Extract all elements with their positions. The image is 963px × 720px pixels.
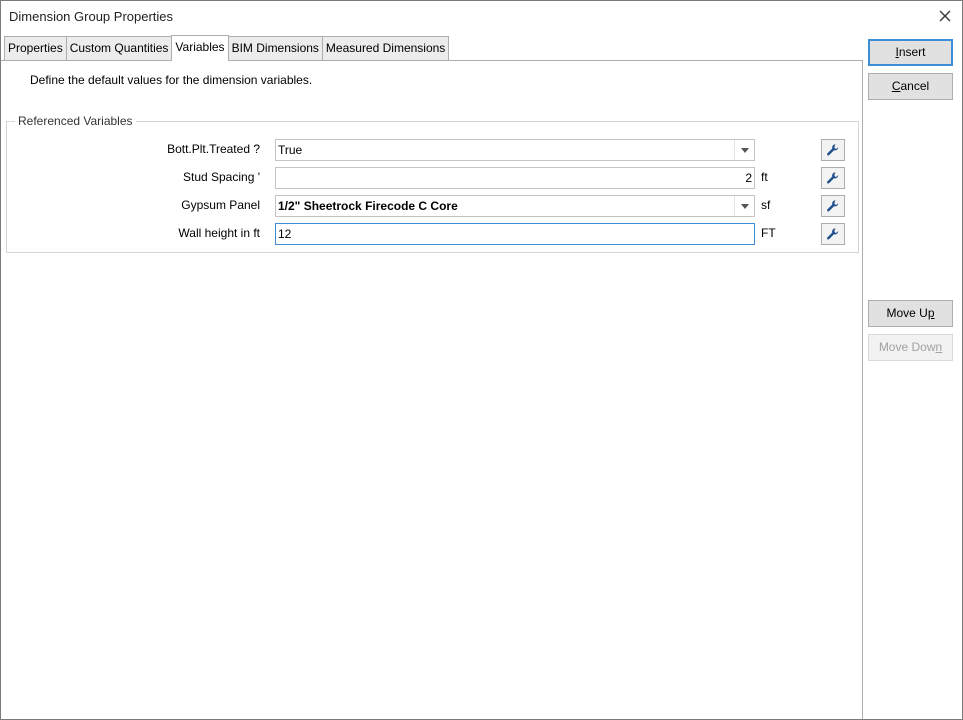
group-title: Referenced Variables — [15, 114, 136, 128]
variables-panel: Define the default values for the dimens… — [1, 60, 863, 719]
cancel-button[interactable]: Cancel — [868, 73, 953, 100]
bott-plt-treated-edit-button[interactable] — [821, 139, 845, 161]
wall-height-label: Wall height in ft — [178, 226, 260, 240]
gypsum-panel-edit-button[interactable] — [821, 195, 845, 217]
dialog-window: Dimension Group Properties Properties Cu… — [0, 0, 963, 720]
wrench-icon — [827, 144, 839, 156]
move-up-button[interactable]: Move Up — [868, 300, 953, 327]
wrench-icon — [827, 228, 839, 240]
tab-properties[interactable]: Properties — [4, 36, 67, 60]
insert-label-post: nsert — [898, 45, 926, 59]
bott-plt-treated-dropdown[interactable]: True — [275, 139, 755, 161]
stud-spacing-input[interactable]: 2 — [275, 167, 755, 189]
chevron-down-icon — [740, 203, 749, 209]
wrench-icon — [827, 172, 839, 184]
wall-height-input[interactable]: 12 — [275, 223, 755, 245]
description-text: Define the default values for the dimens… — [30, 73, 313, 87]
window-title: Dimension Group Properties — [9, 9, 174, 24]
gypsum-panel-unit: sf — [761, 198, 771, 212]
gypsum-panel-value: 1/2" Sheetrock Firecode C Core — [278, 199, 458, 213]
tab-variables[interactable]: Variables — [171, 35, 229, 61]
wall-height-edit-button[interactable] — [821, 223, 845, 245]
move-down-label-pre: Move Dow — [878, 340, 936, 354]
stud-spacing-edit-button[interactable] — [821, 167, 845, 189]
move-up-accesskey: p — [927, 306, 935, 320]
bott-plt-treated-label: Bott.Plt.Treated ? — [167, 142, 260, 156]
insert-button[interactable]: Insert — [868, 39, 953, 66]
gypsum-panel-dropdown[interactable]: 1/2" Sheetrock Firecode C Core — [275, 195, 755, 217]
cancel-label-post: ancel — [900, 79, 930, 93]
gypsum-panel-label: Gypsum Panel — [181, 198, 260, 212]
move-down-button[interactable]: Move Down — [868, 334, 953, 361]
dropdown-arrow[interactable] — [734, 196, 754, 216]
dropdown-arrow[interactable] — [734, 140, 754, 160]
wrench-icon — [827, 200, 839, 212]
tab-bim-dimensions[interactable]: BIM Dimensions — [227, 36, 323, 60]
referenced-variables-group: Referenced Variables Bott.Plt.Treated ? … — [6, 114, 859, 253]
move-up-label-pre: Move U — [886, 306, 928, 320]
title-bar: Dimension Group Properties — [1, 1, 962, 32]
chevron-down-icon — [740, 147, 749, 153]
stud-spacing-unit: ft — [761, 170, 768, 184]
tab-strip: Properties Custom Quantities Variables B… — [4, 35, 450, 61]
tab-measured-dimensions[interactable]: Measured Dimensions — [321, 36, 450, 60]
bott-plt-treated-value: True — [278, 143, 303, 157]
close-icon — [939, 10, 951, 22]
move-down-accesskey: n — [935, 340, 943, 354]
tab-custom-quantities[interactable]: Custom Quantities — [65, 36, 173, 60]
stud-spacing-label: Stud Spacing ' — [182, 170, 260, 184]
wall-height-unit: FT — [761, 226, 776, 240]
close-button[interactable] — [934, 6, 956, 26]
